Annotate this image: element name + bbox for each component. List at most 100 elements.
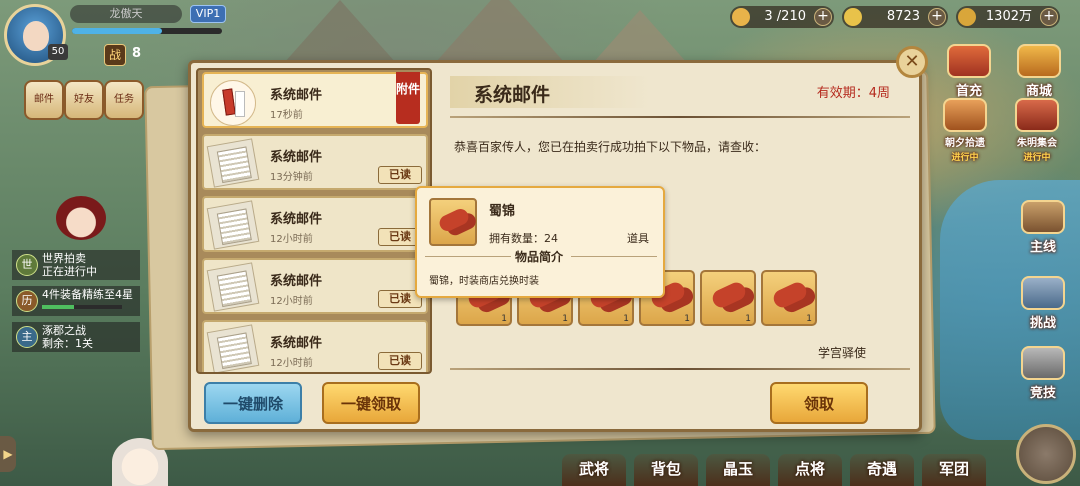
icon-label: 朝夕拾遗	[945, 138, 985, 149]
task-shortcut-icon[interactable]: 任务	[104, 80, 144, 120]
mail-letter-icon	[206, 324, 260, 372]
close-icon[interactable]: ✕	[896, 46, 928, 78]
mail-list-item[interactable]: 系统邮件 12小时前 已读	[202, 196, 428, 252]
icon-label: 朱明集会	[1017, 138, 1057, 149]
mail-item-title: 系统邮件	[270, 88, 323, 103]
mail-item-title: 系统邮件	[270, 274, 323, 289]
brocade-icon	[770, 279, 810, 311]
power-icon: 战	[104, 44, 126, 66]
tooltip-item-name: 蜀锦	[489, 204, 516, 219]
coin-icon	[958, 8, 976, 26]
mail-list-item[interactable]: 系统邮件 12小时前 已读	[202, 320, 428, 372]
mail-item-time: 17秒前	[270, 110, 303, 121]
event-progress	[42, 305, 122, 309]
friends-shortcut-icon[interactable]: 好友	[64, 80, 104, 120]
tab-crystal[interactable]: 晶玉	[706, 454, 770, 486]
tab-generals[interactable]: 武将	[562, 454, 626, 486]
event-subtitle: 剩余：1关	[42, 337, 93, 350]
event-subtitle: 正在进行中	[42, 265, 97, 278]
event-world-auction[interactable]: 世 世界拍卖 正在进行中	[12, 250, 140, 280]
icon-label: 首充	[955, 84, 982, 99]
delete-all-button[interactable]: 一键删除	[204, 382, 302, 424]
tab-recruit[interactable]: 点将	[778, 454, 842, 486]
stamina-value: 3 /210	[764, 9, 806, 24]
event-tag: 主	[16, 326, 38, 348]
power-value: 8	[132, 46, 142, 61]
mail-item-title: 系统邮件	[270, 336, 323, 351]
reward-item[interactable]: 1	[700, 270, 756, 326]
icon-sublabel: 进行中	[1023, 153, 1051, 163]
stamina-icon	[732, 8, 750, 26]
tab-bag[interactable]: 背包	[634, 454, 698, 486]
icon-label: 挑战	[1029, 316, 1056, 331]
event-zhaoxi-icon[interactable]: 朝夕拾遗 进行中	[938, 98, 992, 163]
mail-item-time: 12小时前	[270, 358, 313, 369]
add-stamina-button[interactable]: +	[814, 8, 832, 26]
arena-icon[interactable]: 竞技	[1016, 346, 1070, 401]
expire-text: 有效期：4周	[816, 86, 890, 101]
resource-coin: 1302万 +	[956, 6, 1060, 28]
main-quest-icon[interactable]: 主线	[1016, 200, 1070, 255]
mail-letter-icon	[206, 138, 260, 188]
event-title: 涿郡之战	[42, 324, 86, 337]
player-level: 50	[48, 44, 68, 60]
divider	[425, 256, 511, 257]
reward-count: 1	[623, 314, 629, 324]
read-badge: 已读	[378, 166, 422, 184]
add-coin-button[interactable]: +	[1040, 8, 1058, 26]
mail-item-time: 13分钟前	[270, 172, 313, 183]
divider	[450, 116, 910, 118]
event-tag: 世	[16, 254, 38, 276]
vip-badge[interactable]: VIP1	[190, 5, 226, 23]
mail-letter-icon	[206, 262, 260, 312]
mail-attachment-icon	[210, 80, 256, 126]
mail-letter-icon	[206, 200, 260, 250]
tab-adventure[interactable]: 奇遇	[850, 454, 914, 486]
read-badge: 已读	[378, 352, 422, 370]
tooltip-item-type: 道具	[627, 232, 649, 245]
tab-legion[interactable]: 军团	[922, 454, 986, 486]
challenge-icon[interactable]: 挑战	[1016, 276, 1070, 331]
event-equipment-refine[interactable]: 历 4件装备精练至4星	[12, 286, 140, 316]
event-zhuming-icon[interactable]: 朱明集会 进行中	[1010, 98, 1064, 163]
shop-icon[interactable]: 商城	[1012, 44, 1066, 99]
brocade-icon	[709, 279, 749, 311]
sender-signature: 学宫驿使	[818, 346, 867, 360]
gold-ingot-icon	[844, 8, 862, 26]
event-title: 世界拍卖	[42, 252, 86, 265]
resource-gold-ingot: 8723 +	[842, 6, 948, 28]
coin-value: 1302万	[985, 9, 1032, 24]
divider	[571, 256, 657, 257]
compass-menu-icon[interactable]	[1016, 424, 1076, 484]
first-recharge-icon[interactable]: 首充	[942, 44, 996, 99]
attachment-badge: 附件	[396, 72, 420, 124]
mail-shortcut-icon[interactable]: 邮件	[24, 80, 64, 120]
reward-count: 1	[806, 314, 812, 324]
mail-item-time: 12小时前	[270, 296, 313, 307]
mail-list-item[interactable]: 系统邮件 12小时前 已读	[202, 258, 428, 314]
expand-left-arrow-icon[interactable]: ▶	[0, 436, 16, 472]
mail-list-item[interactable]: 系统邮件 17秒前 附件	[202, 72, 428, 128]
claim-all-button[interactable]: 一键领取	[322, 382, 420, 424]
exp-bar	[72, 28, 222, 34]
icon-label: 竞技	[1029, 386, 1056, 401]
icon-sublabel: 进行中	[951, 153, 979, 163]
mascot-character	[56, 196, 106, 240]
claim-button[interactable]: 领取	[770, 382, 868, 424]
item-tooltip: 蜀锦 拥有数量：24 道具 物品简介 蜀锦，时装商店兑换时装	[415, 186, 665, 298]
event-title: 4件装备精练至4星	[42, 288, 133, 301]
mail-item-time: 12小时前	[270, 234, 313, 245]
event-tag: 历	[16, 290, 38, 312]
add-gold-button[interactable]: +	[928, 8, 946, 26]
icon-label: 主线	[1029, 240, 1056, 255]
event-main-battle[interactable]: 主 涿郡之战 剩余：1关	[12, 322, 140, 352]
reward-count: 1	[745, 314, 751, 324]
icon-label: 商城	[1025, 84, 1052, 99]
reward-count: 1	[684, 314, 690, 324]
mail-list[interactable]: 系统邮件 17秒前 附件 系统邮件 13分钟前 已读 系统邮件 12小时前 已读…	[196, 68, 432, 374]
reward-item[interactable]: 1	[761, 270, 817, 326]
mail-list-item[interactable]: 系统邮件 13分钟前 已读	[202, 134, 428, 190]
tooltip-section-title: 物品简介	[515, 250, 564, 264]
tooltip-owned-count: 拥有数量：24	[489, 232, 558, 245]
gold-ingot-value: 8723	[886, 9, 920, 24]
